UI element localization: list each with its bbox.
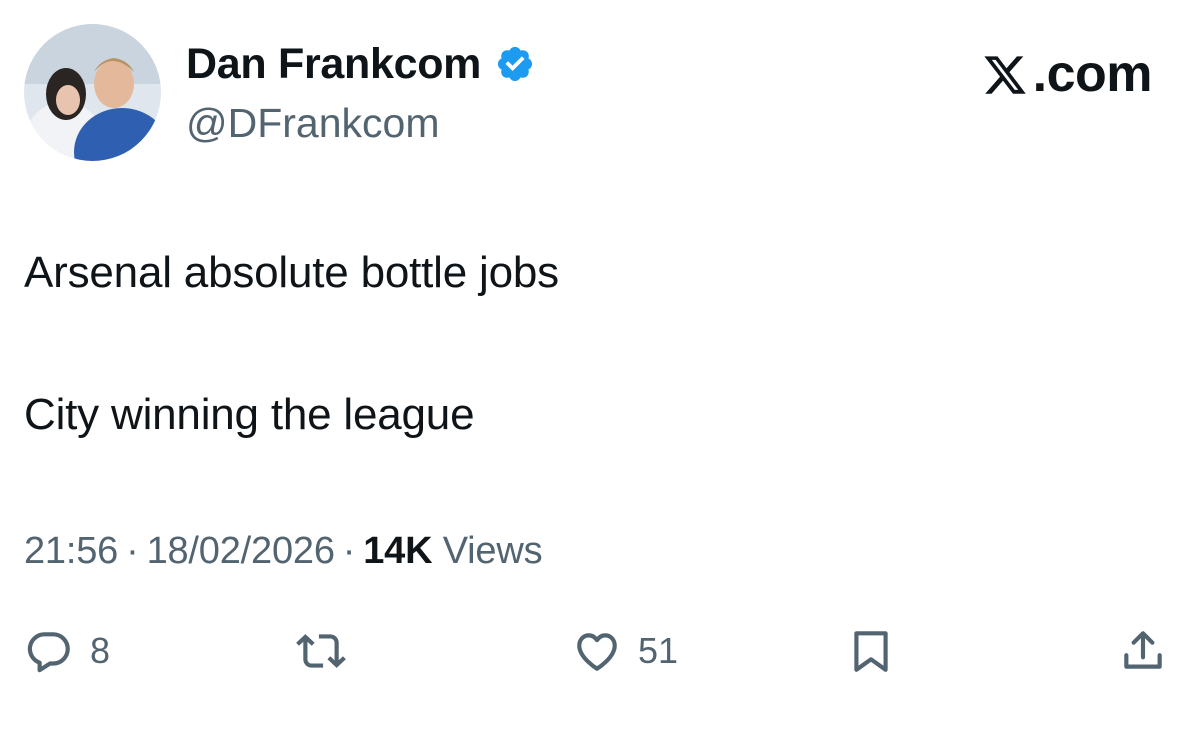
bookmark-button[interactable] — [846, 618, 896, 684]
tweet-meta: 21:56 · 18/02/2026 · 14K Views — [24, 526, 543, 576]
brand-domain: .com — [1032, 45, 1153, 103]
reply-button[interactable]: 8 — [24, 618, 110, 684]
retweet-icon — [296, 634, 346, 668]
author-display-name[interactable]: Dan Frankcom — [186, 38, 535, 90]
reply-count: 8 — [90, 630, 111, 671]
share-icon — [1124, 631, 1162, 669]
share-button[interactable] — [1118, 618, 1168, 684]
like-button[interactable]: 51 — [572, 618, 678, 684]
x-brand: .com — [981, 44, 1153, 104]
avatar-image — [24, 24, 161, 161]
reply-icon — [27, 632, 70, 673]
meta-separator: · — [342, 530, 356, 572]
like-icon — [577, 633, 617, 671]
views-label: Views — [442, 530, 543, 572]
tweet-date[interactable]: 18/02/2026 — [147, 530, 335, 572]
meta-separator: · — [126, 530, 139, 572]
display-name-text: Dan Frankcom — [186, 40, 482, 88]
like-count: 51 — [638, 630, 679, 671]
tweet-time[interactable]: 21:56 — [24, 530, 118, 572]
views-count: 14K — [363, 530, 433, 572]
bookmark-icon — [854, 631, 888, 672]
tweet-text-line-2: City winning the league — [24, 390, 475, 439]
verified-badge-icon[interactable] — [495, 44, 535, 84]
retweet-button[interactable] — [296, 618, 346, 684]
author-handle[interactable]: @DFrankcom — [186, 98, 440, 148]
tweet-text-line-1: Arsenal absolute bottle jobs — [24, 248, 559, 297]
avatar[interactable] — [24, 24, 161, 161]
action-bar: 8 51 — [0, 618, 1200, 684]
x-logo-icon — [981, 51, 1029, 97]
